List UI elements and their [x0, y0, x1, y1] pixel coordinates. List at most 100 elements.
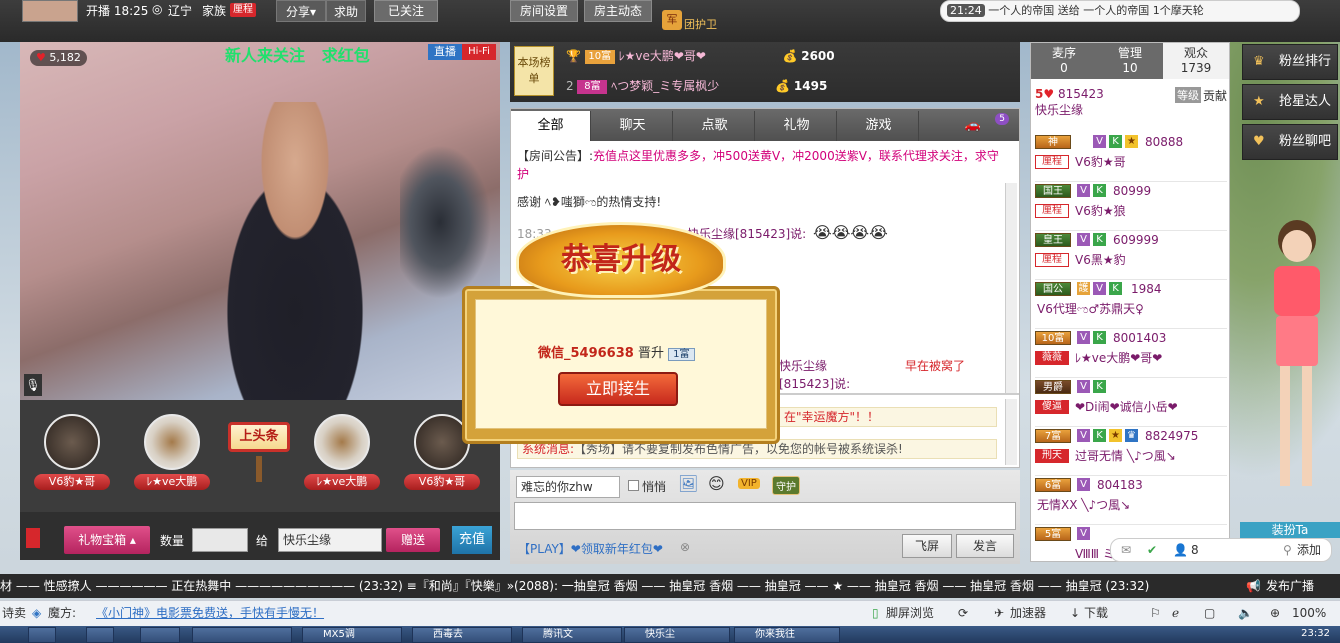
user-tag: 薇薇	[1035, 351, 1069, 365]
taskbar-item[interactable]	[86, 627, 114, 643]
chat-user[interactable]: 快乐尘缘[815423]说:	[779, 357, 879, 393]
whisper-label: 悄悄	[642, 480, 667, 494]
gift-item[interactable]: V6豹★哥	[32, 408, 112, 498]
rank-row[interactable]: 🏆 10富 ﾚ★ve大鹏❤哥❤ 💰 2600	[566, 42, 1016, 70]
fans-rank-button[interactable]: ♛ 粉丝排行	[1242, 44, 1338, 80]
refresh-icon[interactable]: ⟳	[958, 601, 968, 625]
user-level: 神	[1035, 135, 1071, 149]
audience-row[interactable]: 男爵 V K 傻逼 ❤Di闹❤诚信小岳❤	[1035, 378, 1227, 427]
fans-rank-label: 粉丝排行	[1279, 54, 1332, 69]
add-friend-button[interactable]: 添加	[1297, 539, 1321, 561]
audience-row[interactable]: 7富 V K ★ ♛ 8824975 刑天 过哥无情 ╲♪つ風↘	[1035, 427, 1227, 476]
user-level: 国公	[1035, 282, 1071, 296]
vip-button[interactable]: VIP	[738, 478, 760, 489]
coins-icon: 💰	[782, 49, 798, 63]
user-name: 无情XX ╲♪つ風↘	[1037, 498, 1131, 512]
ie-icon[interactable]: ℯ	[1172, 601, 1179, 625]
star-grab-button[interactable]: ★ 抢星达人	[1242, 84, 1338, 120]
download-button[interactable]: 下载	[1084, 601, 1108, 625]
audience-row[interactable]: 皇王 V K 609999 厘程 V6黑★豹	[1035, 231, 1227, 280]
video-banner: 新人来关注 求红包	[225, 46, 370, 65]
car-count-badge: 5	[995, 113, 1009, 125]
help-button[interactable]: 求助	[326, 0, 366, 22]
tool-icon[interactable]: ⚐	[1150, 601, 1161, 625]
room-settings-button[interactable]: 房间设置	[510, 0, 578, 22]
share-button[interactable]: 分享▾	[276, 0, 326, 22]
tab-songs[interactable]: 点歌	[675, 111, 755, 141]
emoji-picker-icon[interactable]: 😊	[708, 474, 725, 493]
taskbar-item[interactable]: 快乐尘	[624, 627, 730, 643]
window-icon[interactable]: ▢	[1204, 601, 1215, 625]
chat-scrollbar[interactable]	[1005, 183, 1017, 393]
mail-icon[interactable]: ✉	[1121, 539, 1131, 561]
zoom-level[interactable]: 100%	[1292, 601, 1326, 625]
mic-toggle-icon[interactable]: 🎙	[24, 374, 42, 396]
taskbar-item[interactable]: 西毒去	[412, 627, 512, 643]
system-scrollbar[interactable]	[1005, 399, 1017, 465]
gift-item[interactable]: ﾚ★ve大鹏	[302, 408, 382, 498]
tab-cars[interactable]: 🚗 5	[929, 111, 1017, 141]
tab-games[interactable]: 游戏	[839, 111, 919, 141]
host-avatar[interactable]	[22, 0, 78, 22]
close-icon[interactable]: ⊗	[680, 540, 690, 554]
guard-button[interactable]: 守护	[772, 476, 800, 495]
taskbar-item[interactable]	[192, 627, 292, 643]
tab-mic-queue[interactable]: 麦序 0	[1031, 43, 1097, 79]
accelerator-button[interactable]: 加速器	[1010, 601, 1046, 625]
live-badge[interactable]: 直播	[428, 44, 462, 60]
taskbar-item[interactable]: 腾讯文	[522, 627, 622, 643]
vip-icon: V	[1077, 527, 1090, 540]
publish-broadcast-label: 发布广播	[1266, 579, 1315, 593]
taskbar-item[interactable]: 你来我往	[734, 627, 840, 643]
target-select[interactable]: 难忘的你zhw	[516, 476, 620, 498]
contrib-label: 贡献	[1202, 89, 1227, 103]
rank-row[interactable]: 2 8富 ﾍつ梦颖_ミ专属枫少 💰 1495	[566, 72, 1016, 100]
family-badge: 厘程	[230, 3, 256, 17]
dress-up-avatar[interactable]	[1262, 220, 1332, 520]
new-year-link[interactable]: 【PLAY】❤领取新年红包❤	[518, 540, 663, 557]
taskbar-item[interactable]	[140, 627, 180, 643]
audience-row[interactable]: 10富 V K 8001403 薇薇 ﾚ★ve大鹏❤哥❤	[1035, 329, 1227, 378]
tab-chat[interactable]: 聊天	[593, 111, 673, 141]
view-button[interactable]: 脚屏浏览	[886, 601, 934, 625]
send-message-button[interactable]: 发言	[956, 534, 1014, 558]
taskbar-clock: 23:32	[1301, 628, 1330, 639]
quantity-input[interactable]	[192, 528, 248, 552]
message-input[interactable]	[514, 502, 1016, 530]
hifi-badge[interactable]: Hi-Fi	[462, 44, 496, 60]
gift-item[interactable]: ﾚ★ve大鹏	[132, 408, 212, 498]
volume-icon[interactable]: 🔈	[1238, 601, 1253, 625]
vip-icon: V	[1077, 478, 1090, 491]
audience-row[interactable]: 6富 V 804183 无情XX ╲♪つ風↘	[1035, 476, 1227, 525]
tab-admins[interactable]: 管理 10	[1097, 43, 1163, 79]
host-news-button[interactable]: 房主动态	[584, 0, 652, 22]
fly-screen-button[interactable]: 飞屏	[902, 534, 952, 558]
live-video[interactable]: ♥ 5,182 新人来关注 求红包 直播 Hi-Fi 🎙	[20, 42, 500, 400]
recharge-button[interactable]: 充值	[452, 526, 492, 554]
friends-icon[interactable]: 👤	[1173, 539, 1188, 561]
top-viewer[interactable]: 5♥ 815423 等级 贡献 快乐尘缘	[1035, 87, 1227, 125]
fans-chat-button[interactable]: ♥ 粉丝聊吧	[1242, 124, 1338, 160]
gift-box-button[interactable]: 礼物宝箱 ▴	[64, 526, 150, 554]
magic-link[interactable]: 《小门神》电影票免费送，手快有手慢无！	[96, 601, 324, 625]
followed-button[interactable]: 已关注	[374, 0, 438, 22]
send-gift-button[interactable]: 赠送	[386, 528, 440, 552]
taskbar-item[interactable]: MX5调	[302, 627, 402, 643]
taskbar-item[interactable]	[28, 627, 56, 643]
headline-button[interactable]: 上头条	[228, 422, 290, 452]
tab-gifts[interactable]: 礼物	[757, 111, 837, 141]
system-text: 在"幸运魔方"！！	[784, 410, 880, 424]
popup-accept-button[interactable]: 立即接生	[558, 372, 678, 406]
image-icon[interactable]: 🖼	[678, 474, 698, 493]
audience-row[interactable]: 国公 護 V K 1984 V6代理ಌ♂苏鼎天♀	[1035, 280, 1227, 329]
dress-up-button[interactable]: 装扮Ta	[1240, 522, 1340, 538]
audience-row[interactable]: 神 V K ★ 80888 厘程 V6豹★哥	[1035, 133, 1227, 182]
tab-all[interactable]: 全部	[511, 111, 591, 141]
check-icon[interactable]: ✔	[1147, 539, 1157, 561]
guard-button[interactable]: 团护卫	[684, 16, 717, 32]
audience-row[interactable]: 国王 V K 80999 厘程 V6豹★狼	[1035, 182, 1227, 231]
whisper-checkbox[interactable]	[628, 480, 639, 491]
publish-broadcast-button[interactable]: 📢 发布广播	[1238, 574, 1340, 598]
tab-audience[interactable]: 观众 1739	[1163, 43, 1229, 79]
recipient-select[interactable]: 快乐尘缘	[278, 528, 382, 552]
